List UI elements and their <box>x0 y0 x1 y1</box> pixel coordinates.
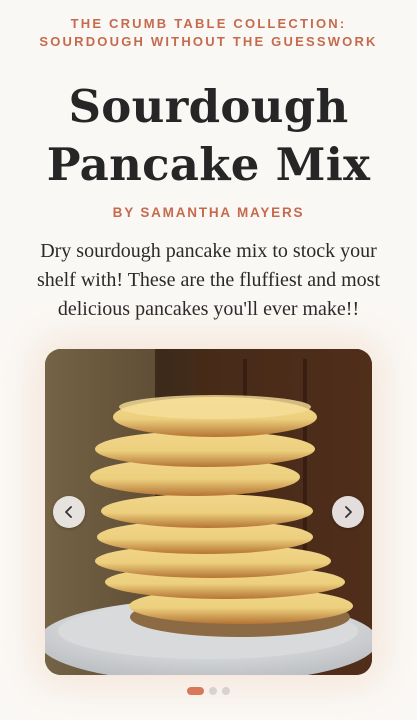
recipe-title: Sourdough Pancake Mix <box>0 78 417 194</box>
chevron-left-icon <box>65 506 72 518</box>
collection-heading: THE CRUMB TABLE COLLECTION: SOURDOUGH WI… <box>0 15 417 51</box>
recipe-author[interactable]: BY SAMANTHA MAYERS <box>0 205 417 220</box>
recipe-title-line-1: Sourdough <box>68 80 349 133</box>
pancake-stack-image <box>45 349 372 675</box>
carousel-dot-3[interactable] <box>222 687 230 695</box>
carousel-dot-2[interactable] <box>209 687 217 695</box>
recipe-description: Dry sourdough pancake mix to stock your … <box>36 240 381 320</box>
collection-line-2: SOURDOUGH WITHOUT THE GUESSWORK <box>39 34 378 49</box>
image-carousel[interactable] <box>45 349 372 675</box>
carousel-dot-1[interactable] <box>187 687 204 695</box>
carousel-prev-button[interactable] <box>53 496 85 528</box>
chevron-right-icon <box>345 506 352 518</box>
carousel-pagination <box>0 687 417 695</box>
collection-line-1: THE CRUMB TABLE COLLECTION: <box>70 16 347 31</box>
recipe-title-line-2: Pancake Mix <box>46 138 371 191</box>
carousel-next-button[interactable] <box>332 496 364 528</box>
